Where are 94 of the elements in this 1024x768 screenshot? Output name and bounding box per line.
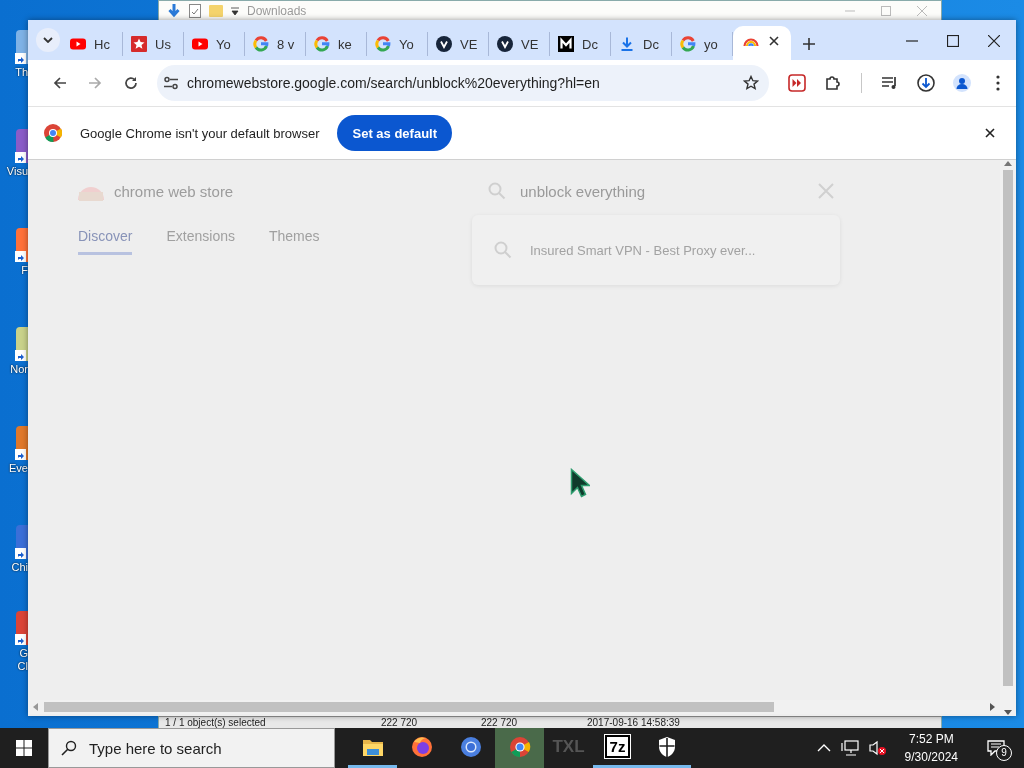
download-icon [619, 36, 635, 52]
playlist-icon [881, 74, 899, 92]
profile-icon [953, 74, 971, 92]
maximize-icon[interactable] [947, 35, 959, 47]
video-play-icon [70, 36, 86, 52]
search-icon [488, 182, 506, 200]
google-icon [253, 36, 269, 52]
windows-logo-icon [16, 740, 32, 756]
desktop-icon-label[interactable]: F [21, 264, 28, 277]
arrow-left-icon [51, 75, 68, 91]
dropdown-icon [231, 6, 239, 16]
browser-tab[interactable]: Yo [367, 32, 428, 56]
scroll-right-icon[interactable] [990, 703, 996, 711]
status-text: 1 / 1 object(s) selected [164, 717, 267, 728]
browser-tab[interactable]: 8 v [245, 32, 306, 56]
browser-tab[interactable]: Dc [550, 32, 611, 56]
shortcut-icon[interactable] [16, 611, 28, 645]
desktop-icon-label[interactable]: Th [15, 66, 28, 79]
shortcut-icon[interactable] [16, 327, 28, 361]
browser-tab[interactable] [733, 26, 791, 60]
google-icon [314, 36, 330, 52]
close-icon [985, 128, 995, 138]
notification-button[interactable]: 9 [976, 728, 1016, 768]
google-icon [680, 36, 696, 52]
close-icon[interactable] [988, 35, 1000, 47]
scroll-up-icon[interactable] [1004, 160, 1012, 166]
circle-logo-icon [497, 36, 513, 52]
plus-icon [803, 38, 815, 50]
cursor-icon [570, 468, 590, 498]
browser-tab[interactable]: Yo [184, 32, 245, 56]
browser-logo-icon [459, 735, 482, 758]
fox-globe-icon [410, 735, 433, 758]
tune-icon[interactable] [162, 75, 179, 91]
circle-logo-icon [436, 36, 452, 52]
browser-tab[interactable]: Us [123, 32, 184, 56]
chrome-logo-icon [44, 124, 62, 142]
shield-icon [656, 735, 677, 758]
document-check-icon [189, 4, 201, 18]
folder-icon [209, 5, 223, 17]
scroll-down-icon[interactable] [1004, 710, 1012, 716]
square-logo-icon [558, 36, 574, 52]
search-icon [494, 241, 512, 259]
fast-forward-icon [788, 74, 806, 92]
clock[interactable]: 7:52 PM 9/30/2024 [904, 730, 958, 766]
more-menu-icon [996, 75, 1000, 91]
message-icon [987, 740, 1005, 756]
browser-tab[interactable]: VE [489, 32, 550, 56]
chrome-logo-icon [508, 735, 531, 758]
close-icon[interactable] [769, 36, 779, 46]
search-icon [61, 740, 77, 756]
shortcut-icon[interactable] [16, 228, 28, 262]
status-text: 222 720 [480, 717, 519, 728]
arrow-right-icon [87, 75, 104, 91]
desktop-icon-label[interactable]: G Cl [17, 647, 28, 673]
download-icon [167, 3, 181, 19]
download-icon [917, 74, 935, 92]
muted-speaker-icon[interactable] [868, 740, 887, 756]
video-play-icon [192, 36, 208, 52]
shortcut-icon[interactable] [16, 129, 28, 163]
browser-tab[interactable]: ke [306, 32, 367, 56]
vertical-scrollbar[interactable] [1000, 160, 1016, 716]
desktop-icon-label[interactable]: Eve [9, 462, 28, 475]
shortcut-icon[interactable] [16, 525, 28, 559]
reload-icon [123, 75, 140, 91]
star-icon[interactable] [743, 75, 759, 91]
desktop-icon-label[interactable]: Nor [10, 363, 28, 376]
url-text: chromewebstore.google.com/search/unblock%20everything?hl=en [186, 75, 601, 91]
set-default-button[interactable]: Set as default [337, 115, 452, 151]
window-title: Downloads [247, 4, 307, 18]
google-icon [375, 36, 391, 52]
date-text: 9/30/2024 [904, 749, 958, 766]
time-text: 7:52 PM [908, 731, 954, 748]
notification-count: 9 [996, 745, 1012, 761]
network-icon[interactable] [840, 740, 859, 756]
search-field[interactable]: Type here to search [48, 728, 335, 768]
tab-search-button[interactable] [36, 28, 60, 52]
new-tab-button[interactable] [803, 38, 815, 50]
desktop-icon-label[interactable]: Visu [6, 165, 28, 178]
star-icon [131, 36, 147, 52]
store-name: chrome web store [114, 182, 234, 200]
status-text: 222 720 [380, 717, 419, 728]
puzzle-icon [824, 74, 842, 92]
infobar-message: Google Chrome isn't your default browser [80, 125, 320, 141]
status-text: 2017-09-16 14:58:39 [586, 717, 680, 728]
chevron-up-icon[interactable] [816, 744, 831, 752]
shortcut-icon[interactable] [16, 30, 28, 64]
browser-tab[interactable]: Hc [62, 32, 123, 56]
taskbar-app-button[interactable]: 7z [593, 728, 642, 768]
shortcut-icon[interactable] [16, 426, 28, 460]
browser-tab[interactable]: Dc [611, 32, 672, 56]
browser-tab[interactable]: VE [428, 32, 489, 56]
chevron-down-icon [43, 37, 53, 43]
address-bar[interactable]: chromewebstore.google.com/search/unblock%20everything?hl=en [156, 65, 769, 101]
desktop-icon-label[interactable]: Chi [11, 561, 28, 574]
